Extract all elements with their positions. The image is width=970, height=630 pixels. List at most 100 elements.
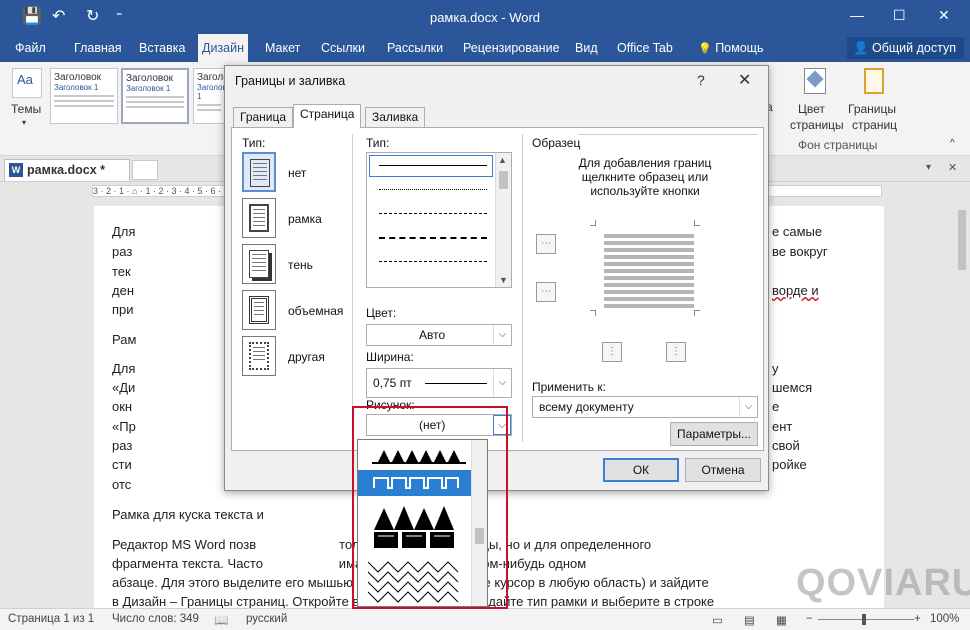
color-select[interactable]: Авто ⌵ <box>366 324 512 346</box>
preview-page[interactable] <box>604 234 694 320</box>
tab-help[interactable]: 💡 Помощь <box>694 34 767 62</box>
tab-references[interactable]: Ссылки <box>317 34 369 62</box>
share-button[interactable]: 👤 Общий доступ <box>846 37 964 59</box>
setting-shadow-icon[interactable] <box>242 244 276 284</box>
new-tab-button[interactable] <box>132 160 158 180</box>
zoom-level[interactable]: 100% <box>930 613 959 625</box>
tab-design[interactable]: Дизайн <box>198 34 249 62</box>
setting-custom-icon[interactable] <box>242 336 276 376</box>
chevron-down-icon[interactable]: ⌵ <box>493 369 511 397</box>
maximize-icon[interactable]: ☐ <box>893 7 906 24</box>
scroll-up-icon[interactable]: ▲ <box>498 155 507 165</box>
text-fragment: свой <box>772 438 800 453</box>
setting-box-icon[interactable] <box>242 198 276 238</box>
page-color-button[interactable]: Цвет страницы <box>790 66 844 136</box>
word-count[interactable]: Число слов: 349 <box>112 613 199 625</box>
line-style-solid[interactable] <box>379 165 487 166</box>
line-style-list[interactable]: ▲ ▼ <box>366 152 512 288</box>
minimize-icon[interactable]: — <box>850 7 864 23</box>
chevron-down-icon[interactable]: ⌵ <box>739 397 757 417</box>
scroll-thumb[interactable] <box>499 171 508 189</box>
style-thumb-2[interactable]: Заголовок Заголовок 1 <box>121 68 189 124</box>
zoom-in-icon[interactable]: + <box>914 613 921 625</box>
setting-3d-label[interactable]: объемная <box>288 304 343 318</box>
art-option-houses[interactable] <box>358 498 472 556</box>
art-option-triangles[interactable] <box>358 442 472 468</box>
art-option-selected[interactable] <box>358 470 472 496</box>
close-icon[interactable]: ✕ <box>738 70 751 90</box>
right-border-icon[interactable]: ⋮ <box>666 342 686 362</box>
help-icon[interactable]: ? <box>697 72 705 88</box>
tab-home[interactable]: Главная <box>70 34 126 62</box>
web-layout-icon[interactable]: ▦ <box>776 613 787 627</box>
page-borders-button[interactable]: Границы страниц <box>846 66 902 136</box>
line-style-scrollbar[interactable]: ▲ ▼ <box>495 153 511 287</box>
scrollbar-thumb[interactable] <box>958 210 966 270</box>
chevron-down-icon[interactable]: ⌵ <box>493 325 511 345</box>
text-fragment: Для <box>112 361 136 376</box>
style-thumb-1[interactable]: Заголовок Заголовок 1 <box>50 68 118 124</box>
scroll-thumb[interactable] <box>475 528 484 544</box>
print-layout-icon[interactable]: ▤ <box>744 613 755 627</box>
text-fragment: Для <box>112 224 136 239</box>
art-dropdown-list[interactable] <box>357 439 488 607</box>
setting-shadow-label[interactable]: тень <box>288 258 313 272</box>
tab-page-border[interactable]: Страница <box>293 104 362 128</box>
read-mode-icon[interactable]: ▭ <box>712 613 723 627</box>
tab-office-tab[interactable]: Office Tab <box>613 34 677 62</box>
setting-box-label[interactable]: рамка <box>288 212 322 226</box>
line-style-dotted[interactable] <box>379 189 487 190</box>
tab-layout[interactable]: Макет <box>261 34 304 62</box>
art-list-scrollbar[interactable] <box>471 440 487 606</box>
tab-view[interactable]: Вид <box>571 34 602 62</box>
tab-borders[interactable]: Граница <box>233 107 294 127</box>
line-style-long-dash[interactable] <box>379 237 487 239</box>
language-label[interactable]: русский <box>246 613 287 625</box>
line-style-selected[interactable] <box>369 155 493 177</box>
left-border-icon[interactable]: ⋮ <box>602 342 622 362</box>
style-thumb-3[interactable]: Заголовок Заголовок 1 <box>193 68 225 124</box>
paragraph-heading: Рамка для куска текста и <box>112 507 264 522</box>
themes-dropdown-icon[interactable]: ▾ <box>22 118 26 127</box>
apply-to-select[interactable]: всему документу ⌵ <box>532 396 758 418</box>
collapse-ribbon-icon[interactable]: ^ <box>950 138 955 149</box>
chevron-down-icon[interactable]: ⌵ <box>493 415 511 435</box>
tab-insert[interactable]: Вставка <box>135 34 189 62</box>
line-style-dashed[interactable] <box>379 213 487 214</box>
paragraph-line: фрагмента текста. Часто имание читателя … <box>112 556 587 571</box>
options-button[interactable]: Параметры... <box>670 422 758 446</box>
tab-list-icon[interactable]: ▾ <box>926 162 931 173</box>
zoom-slider-thumb[interactable] <box>862 614 866 625</box>
scroll-down-icon[interactable]: ▼ <box>499 275 508 285</box>
setting-3d-icon[interactable] <box>242 290 276 330</box>
top-border-icon[interactable]: ⋯ <box>536 234 556 254</box>
watermark-logo: QOVIARUM <box>796 562 970 604</box>
close-window-icon[interactable]: ✕ <box>938 7 950 24</box>
ok-button[interactable]: ОК <box>603 458 679 482</box>
close-tab-icon[interactable]: ✕ <box>948 161 957 174</box>
vertical-scrollbar[interactable] <box>954 200 970 608</box>
text-fragment: сти <box>112 457 132 472</box>
tab-review[interactable]: Рецензирование <box>459 34 564 62</box>
status-bar: Страница 1 из 1 Число слов: 349 📖 русски… <box>0 608 970 630</box>
line-style-dash-dot[interactable] <box>379 261 487 262</box>
tab-mailings[interactable]: Рассылки <box>383 34 447 62</box>
bottom-border-icon[interactable]: ⋯ <box>536 282 556 302</box>
tab-file[interactable]: Файл <box>11 34 50 62</box>
text-fragment: при <box>112 302 134 317</box>
document-tab[interactable]: W рамка.docx * <box>4 159 130 181</box>
cancel-button[interactable]: Отмена <box>685 458 761 482</box>
width-select[interactable]: 0,75 пт ⌵ <box>366 368 512 398</box>
zoom-out-icon[interactable]: − <box>806 613 813 625</box>
art-option-lattice[interactable] <box>358 558 472 606</box>
page-count[interactable]: Страница 1 из 1 <box>8 613 94 625</box>
proofing-icon[interactable]: 📖 <box>214 613 228 627</box>
setting-none-label[interactable]: нет <box>288 166 306 180</box>
setting-none-icon[interactable] <box>242 152 276 192</box>
setting-custom-label[interactable]: другая <box>288 350 325 364</box>
tab-shading[interactable]: Заливка <box>365 107 426 127</box>
art-select[interactable]: (нет) ⌵ <box>366 414 512 436</box>
zoom-slider[interactable] <box>818 614 914 625</box>
divider <box>578 134 758 135</box>
themes-icon[interactable]: Aa <box>12 68 42 98</box>
